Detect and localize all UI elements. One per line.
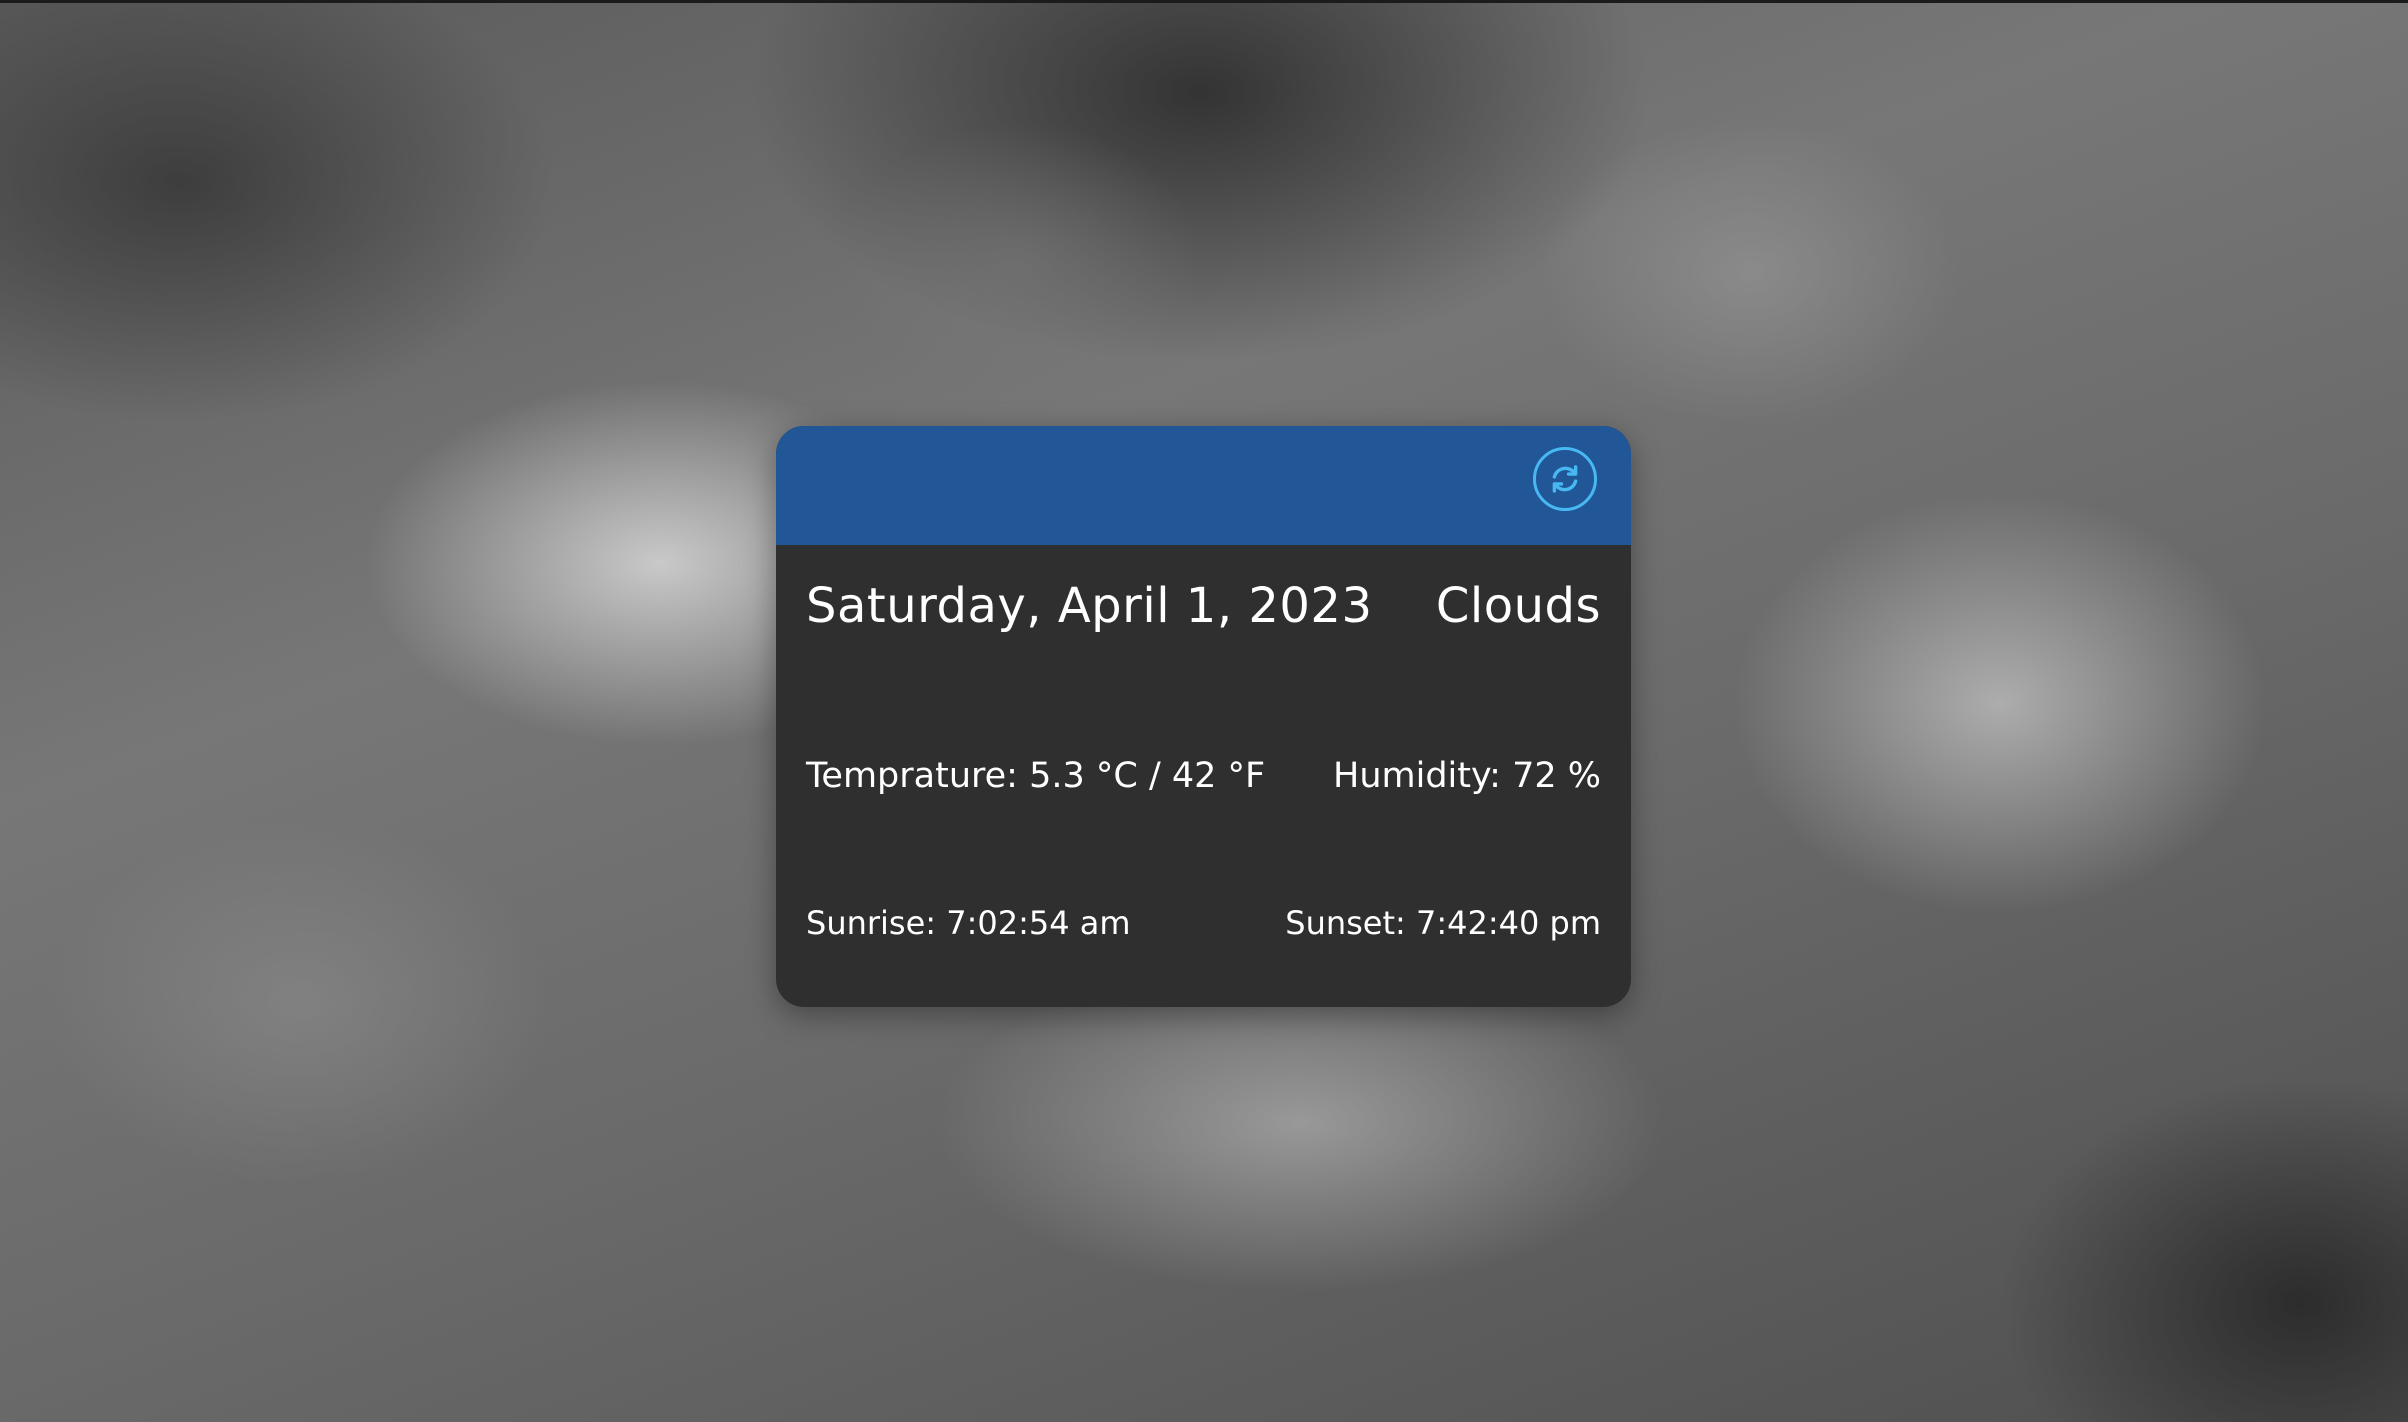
sunrise-text: Sunrise: 7:02:54 am — [806, 904, 1131, 942]
humidity-text: Humidity: 72 % — [1333, 756, 1601, 796]
condition-text: Clouds — [1435, 578, 1601, 634]
weather-card-header — [776, 426, 1631, 545]
sunrise-sunset-row: Sunrise: 7:02:54 am Sunset: 7:42:40 pm — [806, 904, 1601, 942]
cloudy-sky-background: Saturday, April 1, 2023 Clouds Tempratur… — [0, 0, 2408, 1422]
weather-card: Saturday, April 1, 2023 Clouds Tempratur… — [776, 426, 1631, 1007]
refresh-button[interactable] — [1533, 447, 1597, 511]
temperature-humidity-row: Temprature: 5.3 °C / 42 °F Humidity: 72 … — [806, 756, 1601, 796]
temperature-text: Temprature: 5.3 °C / 42 °F — [806, 756, 1266, 796]
date-condition-row: Saturday, April 1, 2023 Clouds — [806, 578, 1601, 634]
refresh-icon — [1552, 465, 1578, 493]
date-text: Saturday, April 1, 2023 — [806, 578, 1373, 634]
sunset-text: Sunset: 7:42:40 pm — [1285, 904, 1601, 942]
